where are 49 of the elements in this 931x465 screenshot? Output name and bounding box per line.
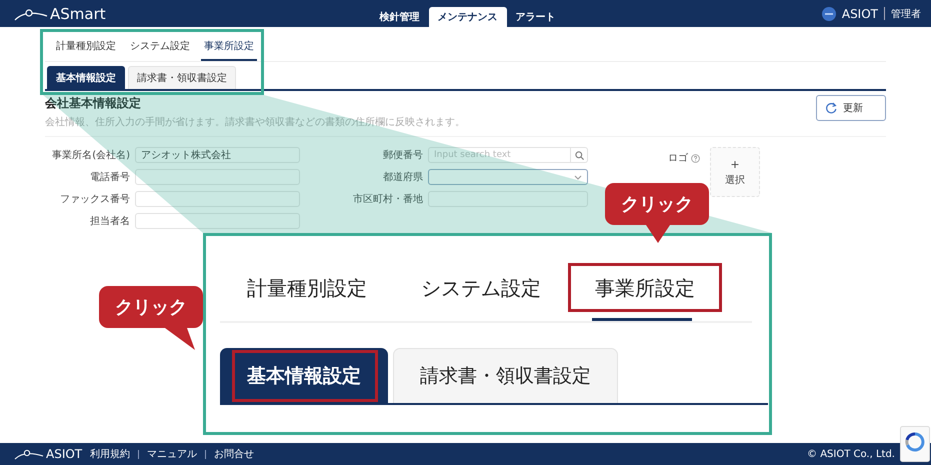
section-title: 会社基本情報設定 bbox=[45, 95, 142, 112]
brand-logo-icon bbox=[822, 6, 836, 20]
tab[interactable]: システム設定 bbox=[394, 263, 568, 321]
field-label: 電話番号 bbox=[89, 170, 130, 184]
input-field[interactable] bbox=[135, 213, 300, 229]
upload-button[interactable]: + 選択 bbox=[710, 147, 760, 197]
search-icon bbox=[574, 150, 584, 160]
recaptcha-icon bbox=[900, 426, 930, 462]
field-label: 都道府県 bbox=[382, 170, 423, 184]
tab[interactable]: 事業所設定 bbox=[201, 35, 257, 61]
refresh-icon bbox=[825, 102, 837, 114]
user-name[interactable]: 管理者 bbox=[891, 6, 921, 20]
field-label: 事業所名(会社名) bbox=[51, 148, 130, 162]
field-label: 市区町村・番地 bbox=[352, 192, 423, 206]
subtab[interactable]: 基本情報設定 bbox=[47, 66, 125, 89]
subtab[interactable]: 基本情報設定 bbox=[220, 348, 388, 403]
input-field[interactable]: アシオット株式会社 bbox=[135, 147, 300, 163]
footer-link[interactable]: マニュアル bbox=[147, 447, 198, 461]
subtab[interactable]: 請求書・領収書設定 bbox=[128, 66, 236, 89]
nav-tab[interactable]: 検針管理 bbox=[370, 7, 428, 27]
tab[interactable]: システム設定 bbox=[127, 35, 193, 61]
update-button[interactable]: 更新 bbox=[816, 95, 886, 121]
tab[interactable]: 計量種別設定 bbox=[53, 35, 119, 61]
callout-pointer bbox=[646, 225, 670, 243]
footer-link[interactable]: お問合せ bbox=[214, 447, 254, 461]
field-label: 担当者名 bbox=[89, 214, 130, 228]
chevron-down-icon bbox=[574, 174, 582, 180]
tab[interactable]: 事業所設定 bbox=[568, 263, 722, 321]
nav-tab[interactable]: アラート bbox=[506, 7, 564, 27]
logo-icon bbox=[14, 448, 44, 460]
field-label: 郵便番号 bbox=[382, 148, 423, 162]
footer-link[interactable]: 利用規約 bbox=[90, 447, 130, 461]
footer-logo-text: ASIOT bbox=[46, 447, 82, 461]
subtab[interactable]: 請求書・領収書設定 bbox=[393, 348, 618, 403]
field-label: ロゴ bbox=[668, 152, 688, 165]
input-field[interactable] bbox=[135, 169, 300, 185]
callout-pointer bbox=[165, 328, 195, 350]
brand-name: ASIOT bbox=[842, 6, 878, 20]
search-button[interactable] bbox=[571, 147, 588, 163]
tab[interactable]: 計量種別設定 bbox=[220, 263, 394, 321]
logo-icon bbox=[14, 6, 48, 20]
section-description: 会社情報、住所入力の手間が省けます。請求書や領収書などの書類の住所欄に反映されます。 bbox=[45, 116, 465, 129]
select-field[interactable] bbox=[428, 169, 588, 185]
app-logo-text: ASmart bbox=[50, 4, 106, 22]
field-label: ファックス番号 bbox=[59, 192, 130, 206]
input-field[interactable] bbox=[135, 191, 300, 207]
copyright-text: © ASIOT Co., Ltd. bbox=[807, 448, 895, 460]
help-icon bbox=[691, 154, 700, 162]
nav-tab[interactable]: メンテナンス bbox=[428, 7, 506, 27]
